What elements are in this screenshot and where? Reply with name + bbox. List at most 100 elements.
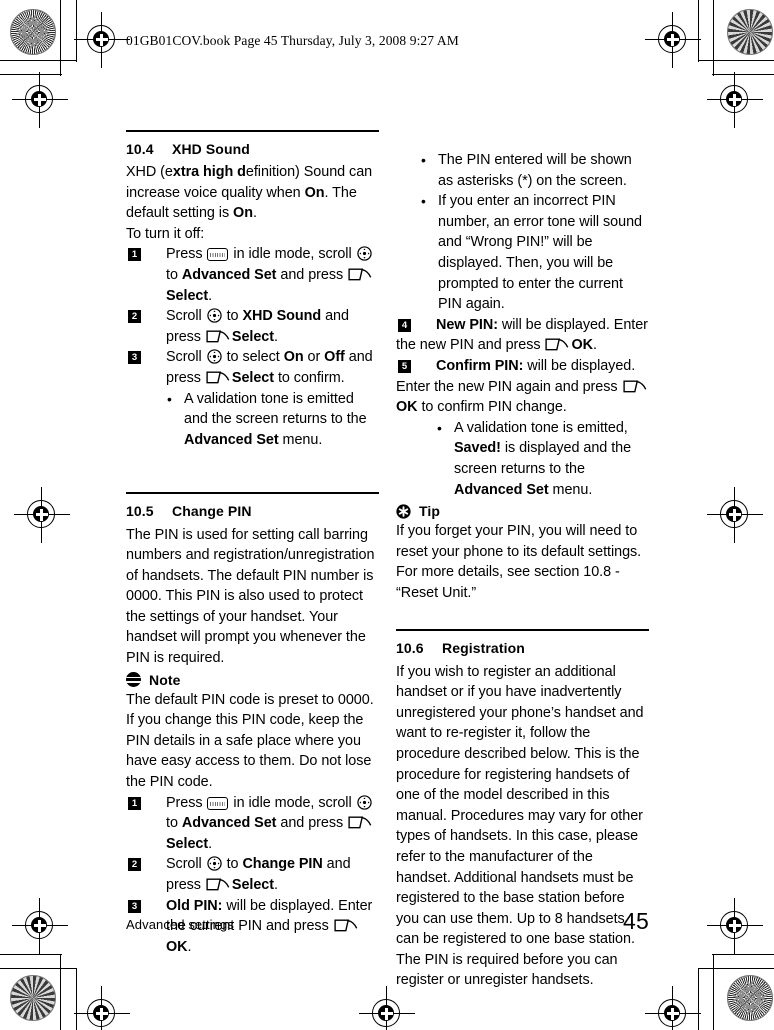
text-run: to xyxy=(166,267,182,284)
trim-line xyxy=(713,954,715,1030)
step-item: 1 Press in idle mode, scroll to Advanced … xyxy=(126,793,379,855)
step-number-badge: 3 xyxy=(128,351,141,365)
menu-key-icon xyxy=(207,796,229,810)
color-rosette-mark-top-right xyxy=(727,9,773,55)
text-run: . xyxy=(187,938,192,955)
xhd-intro-paragraph: XHD (extra high definition) Sound can in… xyxy=(126,162,379,224)
xhd-step-list: 1 Press in idle mode, scroll to Advanced … xyxy=(126,244,379,388)
navigation-scroll-key-icon xyxy=(206,308,222,323)
text-run: menu. xyxy=(548,481,593,498)
text-run: and press xyxy=(276,267,348,284)
trim-line xyxy=(0,60,76,62)
trim-line xyxy=(0,954,62,956)
navigation-scroll-key-icon xyxy=(206,856,222,872)
note-label: Note xyxy=(149,671,181,688)
menu-item-change-pin: Change PIN xyxy=(242,856,323,873)
softkey-label-ok: OK xyxy=(396,399,418,416)
text-run-bold: xtra h xyxy=(172,164,212,181)
value-on: On xyxy=(304,184,325,201)
text-run: A validation tone is emitted and the scr… xyxy=(184,390,367,428)
text-run: to xyxy=(166,815,182,832)
tip-asterisk-icon xyxy=(396,503,411,519)
note-icon xyxy=(126,672,141,688)
text-run: Scroll xyxy=(166,856,206,873)
pin-saved-bullets: A validation tone is emitted, Saved! is … xyxy=(396,418,649,500)
softkey-label-select: Select xyxy=(166,835,209,852)
navigation-scroll-key-icon xyxy=(356,246,372,262)
softkey-label-select: Select xyxy=(166,287,209,304)
text-run: and press xyxy=(276,815,348,832)
text-run: menu. xyxy=(278,431,323,448)
text-run: to confirm. xyxy=(274,370,345,387)
menu-item-xhd-sound: XHD Sound xyxy=(242,308,322,325)
registration-mark-lower-inner-right xyxy=(707,898,763,954)
left-soft-key-icon xyxy=(206,371,230,384)
menu-item-advanced-set: Advanced Set xyxy=(181,815,277,832)
registration-mark-upper-inner-right xyxy=(707,72,763,128)
registration-mark-bottom-left xyxy=(74,986,130,1030)
step-number-badge: 2 xyxy=(128,858,141,872)
text-run: Press xyxy=(166,794,207,811)
section-heading-xhd-sound: 10.4 XHD Sound xyxy=(126,141,379,159)
bullet-item: A validation tone is emitted and the scr… xyxy=(126,389,379,451)
step-item: 2 Scroll to XHD Sound and press Select. xyxy=(126,306,379,347)
text-run: in idle mode, scroll xyxy=(229,246,356,263)
registration-mark-bottom-center xyxy=(359,986,415,1030)
softkey-label-select: Select xyxy=(231,328,274,345)
text-run: to confirm PIN change. xyxy=(417,399,567,416)
text-run: to xyxy=(222,308,243,325)
xhd-turn-off-line: To turn it off: xyxy=(126,225,205,242)
text-run: . xyxy=(208,287,213,304)
step-number-badge: 1 xyxy=(128,248,141,262)
text-run: . xyxy=(274,328,278,345)
navigation-scroll-key-icon xyxy=(356,794,372,810)
value-on: On xyxy=(283,349,304,366)
registration-mark-lower-inner-left xyxy=(12,898,68,954)
section-number: 10.5 xyxy=(126,503,154,519)
value-on: On xyxy=(233,205,253,222)
step-number-badge: 4 xyxy=(398,318,411,332)
note-text: The default PIN code is preset to 0000. … xyxy=(126,691,374,791)
left-soft-key-icon xyxy=(206,330,230,343)
section-rule xyxy=(126,492,379,494)
registration-mark-middle-right xyxy=(707,487,763,543)
trim-line xyxy=(60,954,62,1030)
softkey-label-ok: OK xyxy=(166,938,188,955)
step-number-badge: 1 xyxy=(128,796,141,810)
section-heading-registration: 10.6 Registration xyxy=(396,640,649,658)
bullet-item: If you enter an incorrect PIN number, an… xyxy=(396,191,649,315)
tip-callout-heading: Tip xyxy=(396,501,649,521)
section-number: 10.4 xyxy=(126,140,154,157)
registration-mark-top-right xyxy=(645,12,701,68)
color-rosette-mark-bottom-left xyxy=(10,975,56,1021)
pin-entry-bullets: The PIN entered will be shown as asteris… xyxy=(396,150,649,315)
registration-mark-upper-inner-left xyxy=(12,72,68,128)
prompt-new-pin: New PIN: xyxy=(436,316,498,333)
step-item: 4 New PIN: will be displayed. Enter the n… xyxy=(396,315,649,356)
registration-mark-bottom-right xyxy=(645,986,701,1030)
text-run: Scroll xyxy=(166,308,206,325)
trim-line xyxy=(698,968,774,970)
text-run: to xyxy=(222,856,243,873)
change-pin-step-list-continued: 4 New PIN: will be displayed. Enter the n… xyxy=(396,315,649,418)
color-rosette-mark-bottom-right xyxy=(727,975,773,1021)
step-number-badge: 2 xyxy=(128,310,141,324)
left-column: 10.4 XHD Sound XHD (extra high definition… xyxy=(126,130,379,957)
manual-page: 01GB01COV.book Page 45 Thursday, July 3,… xyxy=(0,0,774,1030)
print-job-header: 01GB01COV.book Page 45 Thursday, July 3,… xyxy=(126,33,459,48)
text-run: or xyxy=(303,349,325,366)
color-rosette-mark-top-left xyxy=(10,9,56,55)
left-soft-key-icon xyxy=(348,268,372,281)
step-item: 3 Scroll to select On or Off and press Se… xyxy=(126,347,379,388)
tip-text: If you forget your PIN, you will need to… xyxy=(396,523,642,601)
left-soft-key-icon xyxy=(206,878,230,891)
registration-mark-middle-left xyxy=(14,487,70,543)
tip-label: Tip xyxy=(419,503,441,520)
text-run: . xyxy=(208,835,213,852)
page-footer: Advanced settings 45 xyxy=(126,908,649,935)
trim-line xyxy=(0,968,76,970)
registration-mark-top-left xyxy=(74,12,130,68)
text-run: . xyxy=(252,205,257,222)
text-run: will be displayed. Enter the new PIN and… xyxy=(396,316,648,354)
menu-key-icon xyxy=(207,248,229,262)
